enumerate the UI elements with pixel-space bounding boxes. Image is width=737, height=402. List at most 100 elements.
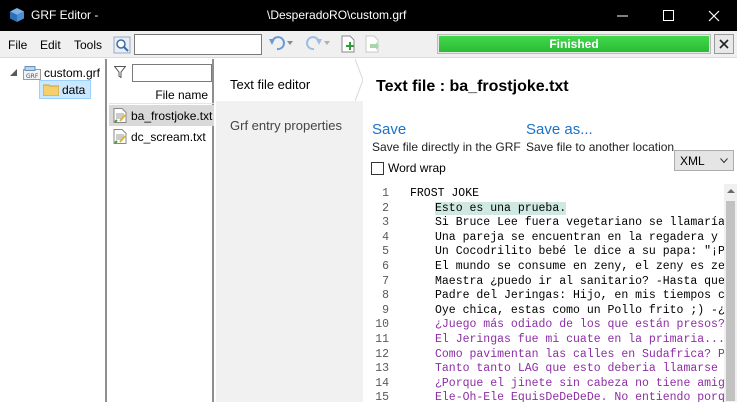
save-button[interactable]: Save — [372, 121, 406, 138]
close-progress-button[interactable] — [714, 34, 734, 54]
menu-tools[interactable]: Tools — [74, 38, 102, 52]
minimize-icon — [616, 15, 628, 16]
grf-editor-window: GRF Editor - \DesperadoRO\custom.grf Fil… — [0, 0, 737, 402]
file-row[interactable]: dc_scream.txt — [109, 126, 214, 147]
search-input[interactable] — [134, 34, 262, 55]
undo-button[interactable] — [268, 35, 294, 51]
editor-line: 5 Un Cocodrilito bebé le dice a su papa: … — [368, 245, 724, 259]
window-title: GRF Editor - — [31, 8, 99, 22]
grf-tree-panel — [0, 59, 107, 402]
tree-folder-label: data — [62, 83, 86, 97]
chevron-down-icon — [720, 158, 728, 164]
filter-input[interactable] — [132, 64, 212, 82]
search-icon[interactable] — [113, 36, 131, 54]
maximize-icon — [662, 10, 674, 21]
page-title: Text file : ba_frostjoke.txt — [376, 78, 569, 95]
scroll-up-icon[interactable] — [727, 188, 735, 194]
close-button[interactable] — [691, 0, 737, 31]
line-number: 2 — [382, 201, 389, 215]
undo-icon — [269, 36, 285, 51]
line-number: 14 — [375, 376, 389, 390]
editor-line: 12 Como pavimentan las calles en Sudafric… — [368, 348, 724, 362]
save-as-description: Save file to another location — [526, 140, 675, 154]
syntax-select[interactable]: XML — [674, 150, 734, 171]
extract-icon — [365, 35, 379, 53]
editor-line: 8 Padre del Jeringas: Hijo, en mis tiempo… — [368, 289, 724, 303]
line-number: 12 — [375, 347, 389, 361]
tab-label: Grf entry properties — [230, 118, 342, 133]
editor-line: 2 Esto es una prueba. — [368, 201, 724, 216]
maximize-button[interactable] — [645, 0, 691, 31]
tab-label: Text file editor — [230, 77, 311, 92]
line-text: ¿Porque el jinete sin cabeza no tiene am… — [435, 376, 724, 390]
column-header-label: File name — [155, 88, 208, 102]
window-file-path: \DesperadoRO\custom.grf — [267, 8, 407, 22]
editor-line: 6 El mundo se consume en zeny, el zeny es… — [368, 260, 724, 274]
editor-line: 13 Tanto tanto LAG que esto deberia llama… — [368, 362, 724, 376]
line-number: 8 — [382, 289, 389, 303]
line-text: Tanto tanto LAG que esto deberia llamars… — [435, 362, 724, 376]
line-number: 7 — [382, 274, 389, 288]
tree-root-label[interactable]: custom.grf — [44, 66, 100, 80]
extract-button[interactable] — [364, 35, 380, 53]
folder-icon — [43, 84, 59, 96]
minimize-button[interactable] — [599, 0, 645, 31]
redo-button[interactable] — [305, 35, 331, 51]
text-file-icon — [113, 129, 127, 144]
close-icon — [708, 10, 720, 21]
editor-line: 9 Oye chica, estas como un Pollo frito ;)… — [368, 304, 724, 318]
editor-line: 11 El Jeringas fue mi cuate en la primari… — [368, 333, 724, 347]
add-file-button[interactable] — [340, 35, 356, 53]
redo-icon — [306, 36, 322, 51]
svg-text:GRF: GRF — [26, 73, 39, 80]
redo-dropdown-icon — [324, 41, 330, 45]
file-name: dc_scream.txt — [131, 130, 206, 144]
editor-line: 3 Si Bruce Lee fuera vegetariano se llama… — [368, 216, 724, 230]
editor-scrollbar[interactable] — [724, 184, 737, 402]
editor-line: 15 Ele-Oh-Ele EquisDeDeDeDe. No entiendo … — [368, 391, 724, 402]
progress-bar: Finished — [437, 34, 711, 54]
save-as-button[interactable]: Save as... — [526, 121, 593, 138]
line-number: 10 — [375, 318, 389, 332]
file-name-column-header[interactable]: File name — [109, 85, 214, 104]
editor-line: 14 ¿Porque el jinete sin cabeza no tiene … — [368, 377, 724, 391]
line-text: Como pavimentan las calles en Sudafrica?… — [435, 347, 724, 361]
word-wrap-checkbox[interactable] — [371, 162, 384, 175]
line-text: Esto es una prueba. — [435, 201, 567, 215]
menu-file[interactable]: File — [8, 38, 27, 52]
line-number: 9 — [382, 303, 389, 317]
grf-archive-icon: GRF — [23, 66, 41, 80]
line-number: 5 — [382, 245, 389, 259]
line-text: Si Bruce Lee fuera vegetariano se llamar… — [435, 216, 724, 230]
file-row[interactable]: ba_frostjoke.txt — [109, 105, 214, 126]
editor-line: 10 ¿Juego más odiado de los que están pre… — [368, 318, 724, 332]
line-text: Maestra ¿puedo ir al sanitario? -Hasta q… — [435, 274, 724, 288]
text-editor[interactable]: 1 FROST JOKE 2 Esto es una prueba. 3 Si Bruce… — [368, 184, 724, 402]
line-number: 3 — [382, 216, 389, 230]
line-number: 11 — [375, 333, 389, 346]
syntax-select-value: XML — [680, 154, 705, 168]
line-text: El mundo se consume en zeny, el zeny es … — [435, 260, 724, 273]
line-number: 1 — [382, 187, 389, 200]
collapse-toggle-icon[interactable] — [9, 68, 18, 77]
line-text: El Jeringas fue mi cuate en la primaria.… — [435, 333, 724, 346]
filter-icon — [114, 66, 126, 78]
tab-grf-entry-properties[interactable]: Grf entry properties — [216, 118, 363, 138]
menu-edit[interactable]: Edit — [40, 38, 61, 52]
line-text: Padre del Jeringas: Hijo, en mis tiempos… — [435, 289, 724, 303]
line-text: ¿Juego más odiado de los que están preso… — [435, 318, 724, 332]
line-text: Un Cocodrilito bebé le dice a su papa: "… — [435, 245, 724, 259]
tabs-column — [216, 59, 363, 402]
app-cube-icon — [10, 8, 24, 22]
scrollbar-thumb[interactable] — [726, 201, 735, 401]
undo-dropdown-icon — [287, 41, 293, 45]
file-name: ba_frostjoke.txt — [131, 109, 213, 123]
tab-text-file-editor[interactable]: Text file editor — [216, 59, 363, 101]
line-number: 13 — [375, 362, 389, 376]
line-text: Una pareja se encuentran en la regadera … — [435, 230, 724, 244]
text-file-icon — [113, 108, 127, 123]
close-icon — [719, 39, 729, 49]
title-bar: GRF Editor - \DesperadoRO\custom.grf — [0, 0, 737, 31]
line-text: Ele-Oh-Ele EquisDeDeDeDe. No entiendo po… — [435, 391, 724, 402]
save-description: Save file directly in the GRF — [372, 140, 521, 154]
